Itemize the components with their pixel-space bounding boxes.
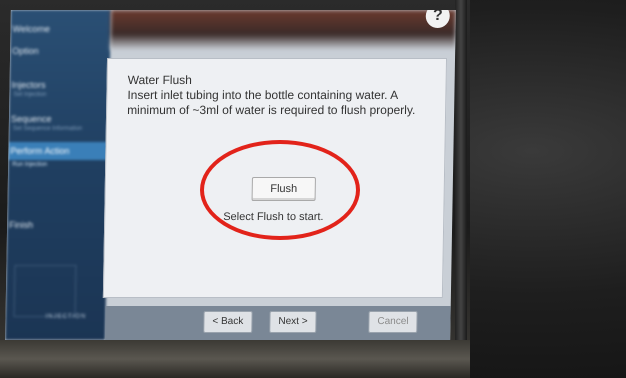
dialog-instructions: Insert inlet tubing into the bottle cont… [127,88,416,117]
device-rail [455,0,467,340]
sidebar-item-perform-action[interactable]: Perform Action [8,142,109,160]
sidebar-sub-sequence: Set Sequence Information [12,126,83,132]
sidebar-item-finish[interactable]: Finish [9,220,33,230]
instrument-illustration [13,265,77,317]
device-bezel-bottom [0,340,470,378]
sidebar-sub-injectors: Set Injection [13,92,47,98]
next-button[interactable]: Next > [269,311,317,333]
back-button[interactable]: < Back [203,311,253,333]
sidebar-item-option[interactable]: Option [12,46,39,56]
wizard-sidebar: Welcome Option Injectors Set Injection S… [5,10,111,340]
sidebar-item-sequence[interactable]: Sequence [11,114,52,124]
sidebar-footer-label: INJECTION [45,314,87,320]
red-annotation-circle [200,140,360,240]
sidebar-item-welcome[interactable]: Welcome [12,24,50,34]
header-strip [110,10,456,50]
cancel-button[interactable]: Cancel [368,311,418,333]
sidebar-sub-perform-action: Run Injection [12,162,48,168]
sidebar-item-injectors[interactable]: Injectors [11,80,45,90]
dialog-title: Water Flush [127,73,193,87]
